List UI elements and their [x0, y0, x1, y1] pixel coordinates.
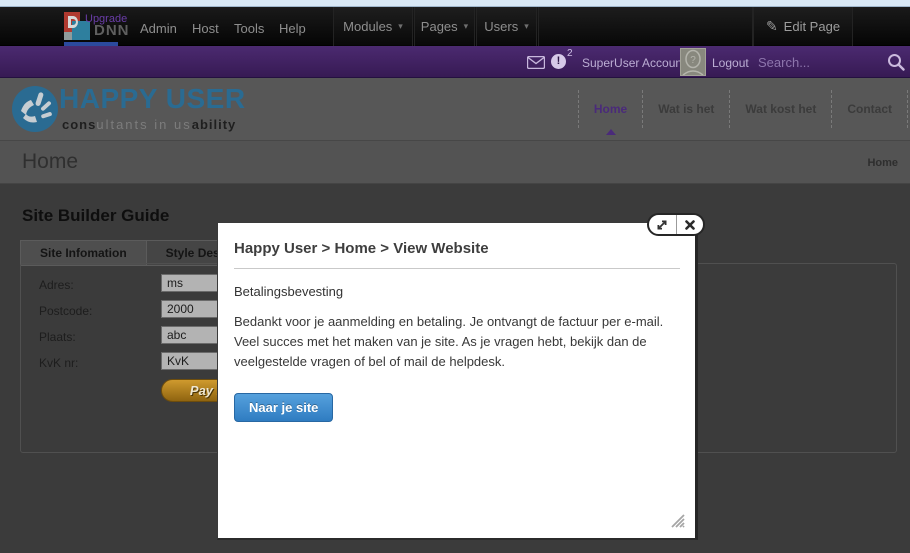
menu-item-admin[interactable]: Admin — [140, 21, 177, 36]
modal-controls — [647, 213, 705, 236]
superuser-account-link[interactable]: SuperUser Account — [582, 56, 685, 70]
notification-count-badge: 2 — [567, 48, 573, 59]
nav-label: Wat is het — [658, 102, 714, 116]
modal-subtitle: Betalingsbevesting — [234, 284, 680, 299]
main-nav: Home Wat is het Wat kost het Contact — [578, 90, 908, 128]
dropdown-pages-label: Pages — [421, 19, 458, 34]
dropdown-users-label: Users — [484, 19, 518, 34]
dropdown-users[interactable]: Users ▾ — [476, 7, 537, 46]
modal-dialog: Happy User > Home > View Website Betalin… — [217, 222, 698, 540]
site-logo-tagline: consultants in usability — [62, 117, 236, 132]
screen: Upgrade DNN Admin Host Tools Help Module… — [0, 0, 910, 553]
menu-item-help[interactable]: Help — [279, 21, 306, 36]
postcode-label: Postcode: — [39, 304, 92, 318]
modal-inner: Happy User > Home > View Website Betalin… — [218, 223, 695, 422]
adres-label: Adres: — [39, 278, 74, 292]
browser-edge-strip — [0, 0, 910, 7]
tagline-part: ability — [192, 117, 237, 132]
nav-item-wat-kost-het[interactable]: Wat kost het — [729, 90, 831, 128]
modal-divider — [234, 268, 680, 269]
site-header: HAPPY USER consultants in usability Home… — [0, 78, 910, 141]
dnn-logo-text: DNN — [94, 22, 130, 39]
module-heading: Site Builder Guide — [22, 206, 169, 226]
menu-item-host[interactable]: Host — [192, 21, 219, 36]
dropdown-modules[interactable]: Modules ▾ — [333, 7, 413, 46]
site-logo-title[interactable]: HAPPY USER — [59, 83, 246, 115]
plaats-label: Plaats: — [39, 330, 76, 344]
menu-item-tools[interactable]: Tools — [234, 21, 264, 36]
mail-icon[interactable] — [527, 56, 545, 69]
naar-je-site-button[interactable]: Naar je site — [234, 393, 333, 422]
pencil-icon: ✎ — [766, 18, 778, 35]
close-icon — [685, 220, 695, 230]
page-title: Home — [22, 150, 78, 174]
tagline-part: cons — [62, 117, 96, 132]
breadcrumb[interactable]: Home — [867, 157, 898, 169]
dropdown-pages[interactable]: Pages ▾ — [414, 7, 475, 46]
nav-item-contact[interactable]: Contact — [831, 90, 908, 128]
chevron-down-icon: ▾ — [398, 21, 403, 32]
chevron-down-icon: ▾ — [464, 21, 469, 32]
modal-body-text: Bedankt voor je aanmelding en betaling. … — [234, 312, 680, 372]
chevron-down-icon: ▾ — [524, 21, 529, 32]
control-panel-spacer — [538, 7, 753, 46]
nav-label: Wat kost het — [745, 102, 816, 116]
maximize-icon — [656, 219, 668, 231]
tagline-part: ultants in us — [96, 117, 191, 132]
profile-silhouette-icon: ? — [681, 49, 705, 75]
resize-grip[interactable] — [668, 511, 686, 529]
kvk-label: KvK nr: — [39, 356, 78, 370]
maximize-button[interactable] — [649, 215, 676, 234]
user-bar: ! 2 SuperUser Account ? Logout — [0, 46, 910, 78]
happy-user-logo-icon[interactable] — [11, 85, 59, 133]
nav-label: Contact — [847, 102, 892, 116]
nav-item-wat-is-het[interactable]: Wat is het — [642, 90, 729, 128]
active-nav-arrow-icon — [606, 129, 616, 135]
avatar[interactable]: ? — [680, 48, 706, 76]
dropdown-modules-label: Modules — [343, 19, 392, 34]
search-icon[interactable] — [887, 53, 905, 71]
modal-title: Happy User > Home > View Website — [234, 240, 680, 257]
nav-item-home[interactable]: Home — [578, 90, 642, 128]
alert-icon[interactable]: ! — [551, 54, 566, 69]
dnn-control-panel: Upgrade DNN Admin Host Tools Help Module… — [0, 7, 910, 46]
nav-label: Home — [594, 102, 627, 116]
breadcrumb-band: Home Home — [0, 141, 910, 184]
edit-page-button[interactable]: ✎ Edit Page — [753, 7, 853, 46]
edit-page-label: Edit Page — [784, 19, 840, 34]
svg-text:?: ? — [690, 55, 696, 66]
close-button[interactable] — [676, 215, 704, 234]
search-input[interactable] — [758, 51, 880, 73]
logout-link[interactable]: Logout — [712, 56, 749, 70]
